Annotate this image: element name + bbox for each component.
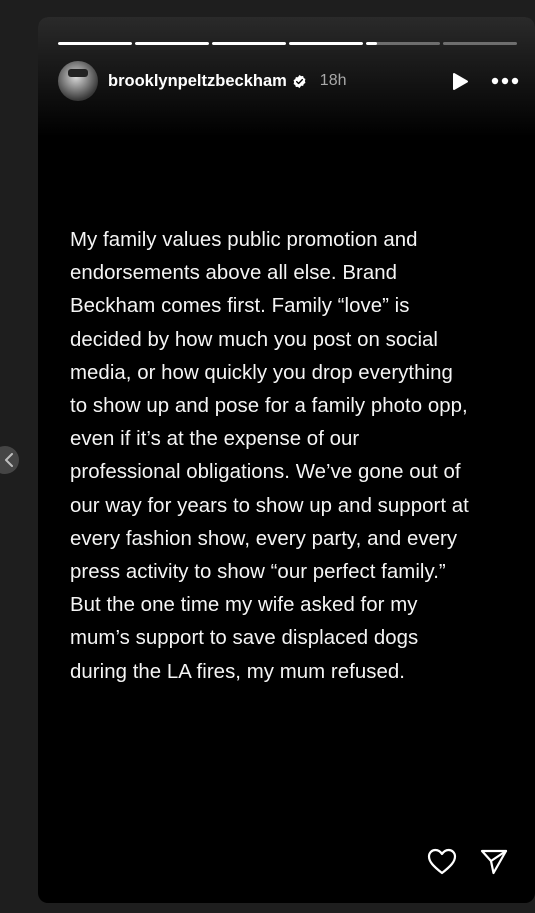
progress-segment — [366, 42, 440, 45]
more-horizontal-icon — [491, 77, 519, 85]
progress-segment-fill — [212, 42, 286, 45]
story-text: My family values public promotion and en… — [70, 229, 469, 683]
avatar[interactable] — [58, 61, 98, 101]
story-actions — [427, 846, 509, 876]
progress-segment-fill — [366, 42, 378, 45]
progress-segment — [58, 42, 132, 45]
progress-segment — [212, 42, 286, 45]
chevron-left-icon — [4, 453, 14, 467]
progress-segment — [289, 42, 363, 45]
progress-segment — [135, 42, 209, 45]
more-options-button[interactable] — [491, 70, 519, 92]
post-timestamp: 18h — [319, 72, 347, 89]
story-header: brooklynpeltzbeckham 18h — [58, 61, 521, 101]
progress-segment — [443, 42, 517, 45]
previous-story-button[interactable] — [0, 446, 19, 474]
play-button[interactable] — [449, 70, 471, 92]
story-progress-bars — [58, 42, 517, 45]
progress-segment-fill — [289, 42, 363, 45]
send-icon — [480, 848, 508, 875]
heart-icon — [427, 848, 457, 875]
username[interactable]: brooklynpeltzbeckham — [108, 72, 287, 91]
progress-segment-fill — [135, 42, 209, 45]
progress-segment-fill — [58, 42, 132, 45]
story-card[interactable]: brooklynpeltzbeckham 18h My family value… — [38, 17, 535, 903]
like-button[interactable] — [427, 846, 457, 876]
share-button[interactable] — [479, 846, 509, 876]
story-viewer-page: brooklynpeltzbeckham 18h My family value… — [0, 0, 535, 913]
verified-badge-icon — [292, 74, 307, 89]
play-icon — [451, 72, 469, 91]
